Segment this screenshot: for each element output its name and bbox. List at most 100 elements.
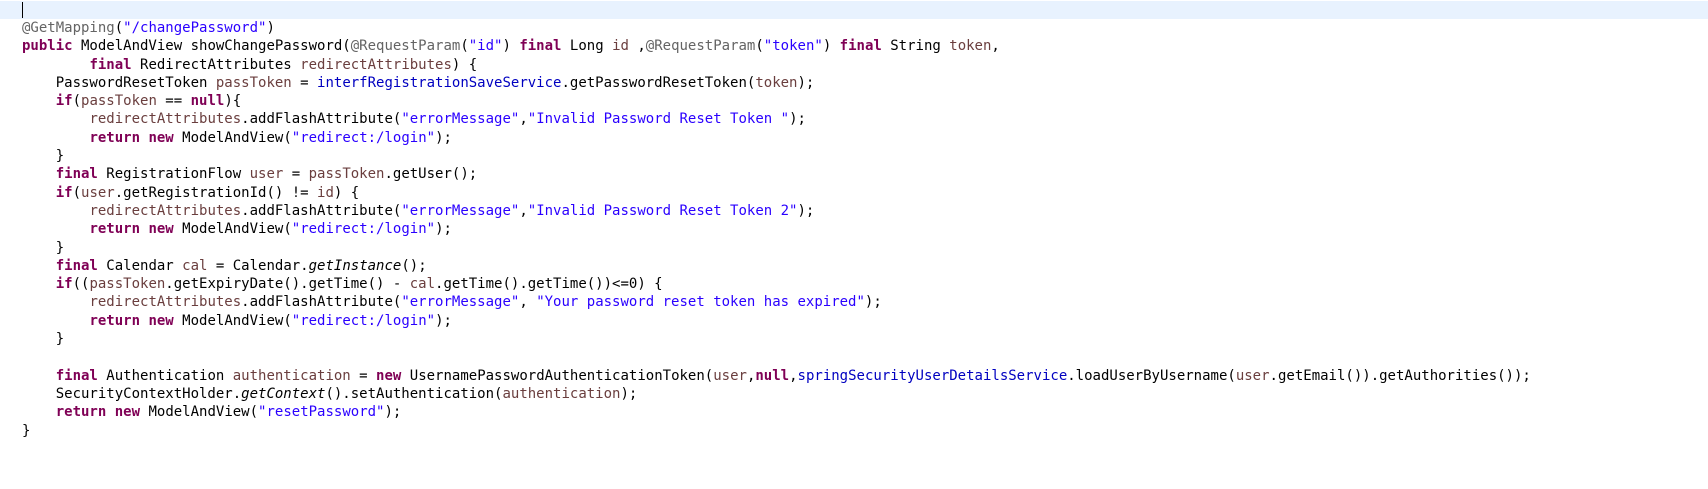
keyword-token: if: [55, 184, 73, 201]
code-line[interactable]: public ModelAndView showChangePassword(@…: [22, 37, 1531, 55]
code-token: =: [291, 74, 318, 91]
code-line[interactable]: PasswordResetToken passToken = interfReg…: [22, 74, 1531, 92]
code-token: =: [350, 367, 377, 384]
keyword-token: public: [22, 38, 73, 55]
code-line[interactable]: final RegistrationFlow user = passToken.…: [22, 165, 1531, 183]
code-token: );: [797, 202, 815, 219]
code-token: Authentication: [97, 367, 233, 384]
code-token: ,: [991, 38, 1000, 55]
code-line[interactable]: final RedirectAttributes redirectAttribu…: [22, 56, 1531, 74]
variable-token: user: [249, 166, 284, 183]
code-line[interactable]: if(passToken == null){: [22, 92, 1531, 110]
code-token: ,: [519, 202, 528, 219]
code-token: ,: [519, 294, 537, 311]
string-token: "redirect:/login": [291, 129, 436, 146]
code-token: .getUser();: [384, 166, 478, 183]
code-token: ==: [156, 93, 191, 110]
code-line[interactable]: return new ModelAndView("redirect:/login…: [22, 220, 1531, 238]
variable-token: id: [317, 184, 334, 201]
string-token: "/changePassword": [123, 20, 267, 36]
code-token: );: [435, 221, 452, 238]
keyword-token: return: [89, 312, 141, 329]
annotation-token: @GetMapping: [22, 20, 115, 36]
code-token: ): [502, 38, 520, 55]
keyword-token: return: [55, 404, 107, 421]
annotation-token: @RequestParam: [350, 38, 461, 55]
code-token: ().setAuthentication(: [325, 385, 503, 402]
annotation-token: @RequestParam: [645, 38, 756, 55]
code-line[interactable]: }: [22, 330, 1531, 348]
keyword-token: final: [55, 367, 98, 384]
keyword-token: return: [89, 129, 141, 146]
code-line[interactable]: redirectAttributes.addFlashAttribute("er…: [22, 293, 1531, 311]
code-line[interactable]: if(user.getRegistrationId() != id) {: [22, 184, 1531, 202]
code-token: .addFlashAttribute(: [241, 111, 402, 128]
code-token: }: [22, 148, 65, 165]
variable-token: passToken: [308, 166, 385, 183]
code-token: );: [435, 312, 452, 329]
code-token: (: [755, 38, 764, 55]
string-token: "Invalid Password Reset Token 2": [527, 202, 798, 219]
static-method-token: getInstance: [308, 257, 402, 274]
keyword-token: final: [839, 38, 882, 55]
code-text-area[interactable]: @GetMapping("/changePassword") public Mod…: [22, 19, 1531, 440]
code-editor[interactable]: @GetMapping("/changePassword") public Mod…: [0, 0, 1708, 489]
keyword-token: if: [55, 93, 73, 110]
code-token: UsernamePasswordAuthenticationToken(: [401, 367, 714, 384]
code-line[interactable]: return new ModelAndView("redirect:/login…: [22, 312, 1531, 330]
string-token: "resetPassword": [258, 404, 385, 421]
code-line[interactable]: }: [22, 239, 1531, 257]
string-token: "errorMessage": [401, 202, 520, 219]
code-line[interactable]: redirectAttributes.addFlashAttribute("er…: [22, 202, 1531, 220]
code-token: (: [72, 93, 82, 110]
code-token: String: [881, 38, 950, 55]
code-token: }: [22, 239, 65, 256]
code-token: );: [797, 74, 815, 91]
variable-token: token: [949, 38, 992, 55]
variable-token: cal: [182, 257, 208, 274]
code-line[interactable]: }: [22, 422, 1531, 440]
code-token: .getTime().getTime())<=0) {: [435, 276, 663, 293]
code-line[interactable]: @GetMapping("/changePassword"): [22, 19, 1531, 37]
variable-token: user: [81, 184, 115, 201]
variable-token: id: [612, 38, 629, 55]
keyword-token: final: [55, 166, 98, 183]
variable-token: redirectAttributes: [300, 56, 452, 73]
code-line[interactable]: SecurityContextHolder.getContext().setAu…: [22, 385, 1531, 403]
code-line[interactable]: return new ModelAndView("redirect:/login…: [22, 129, 1531, 147]
code-token: ModelAndView(: [140, 404, 259, 421]
keyword-token: if: [55, 276, 73, 293]
code-token: ){: [224, 93, 242, 110]
text-caret: [22, 2, 23, 18]
string-token: "token": [763, 38, 823, 55]
code-line[interactable]: ​: [22, 348, 1531, 366]
code-line[interactable]: if((passToken.getExpiryDate().getTime() …: [22, 275, 1531, 293]
variable-token: passToken: [89, 276, 166, 293]
variable-token: redirectAttributes: [89, 111, 242, 128]
code-line[interactable]: redirectAttributes.addFlashAttribute("er…: [22, 110, 1531, 128]
code-token: RedirectAttributes: [131, 56, 301, 73]
code-token: =: [283, 166, 309, 183]
code-line[interactable]: final Calendar cal = Calendar.getInstanc…: [22, 257, 1531, 275]
code-token: ) {: [333, 184, 360, 201]
code-line[interactable]: final Authentication authentication = ne…: [22, 367, 1531, 385]
code-token: Long: [561, 38, 613, 55]
code-token: .addFlashAttribute(: [241, 202, 402, 219]
keyword-token: new: [148, 129, 174, 146]
keyword-token: new: [114, 404, 141, 421]
string-token: "Your password reset token has expired": [536, 294, 865, 311]
string-token: "errorMessage": [401, 111, 520, 128]
code-line[interactable]: }: [22, 147, 1531, 165]
keyword-token: final: [519, 38, 562, 55]
keyword-token: new: [148, 312, 174, 329]
keyword-token: new: [376, 367, 402, 384]
code-token: (: [114, 20, 124, 36]
code-line[interactable]: return new ModelAndView("resetPassword")…: [22, 403, 1531, 421]
